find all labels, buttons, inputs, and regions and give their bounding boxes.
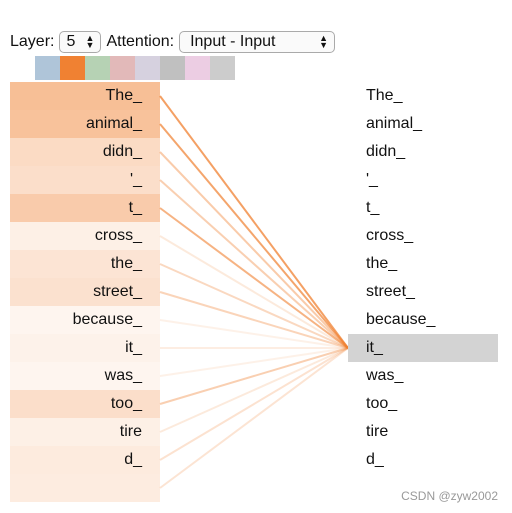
- attention-line: [159, 95, 349, 349]
- watermark: CSDN @zyw2002: [401, 489, 498, 503]
- left-token[interactable]: t_: [10, 194, 160, 222]
- right-token[interactable]: t_: [348, 194, 498, 222]
- attention-line: [159, 319, 349, 349]
- right-token[interactable]: the_: [348, 250, 498, 278]
- right-token[interactable]: tire: [348, 418, 498, 446]
- left-token[interactable]: was_: [10, 362, 160, 390]
- right-token[interactable]: animal_: [348, 110, 498, 138]
- right-token[interactable]: too_: [348, 390, 498, 418]
- left-token[interactable]: d_: [10, 446, 160, 474]
- right-token[interactable]: was_: [348, 362, 498, 390]
- right-token[interactable]: d_: [348, 446, 498, 474]
- left-token[interactable]: '_: [10, 166, 160, 194]
- left-token[interactable]: cross_: [10, 222, 160, 250]
- left-token[interactable]: street_: [10, 278, 160, 306]
- left-token[interactable]: tire: [10, 418, 160, 446]
- attention-line: [159, 151, 349, 349]
- attention-line: [159, 123, 349, 349]
- left-token[interactable]: didn_: [10, 138, 160, 166]
- attention-line: [159, 347, 349, 377]
- right-token[interactable]: cross_: [348, 222, 498, 250]
- attention-line: [159, 347, 349, 405]
- right-token[interactable]: didn_: [348, 138, 498, 166]
- left-token[interactable]: [10, 474, 160, 502]
- left-token[interactable]: animal_: [10, 110, 160, 138]
- left-token[interactable]: because_: [10, 306, 160, 334]
- left-token[interactable]: it_: [10, 334, 160, 362]
- left-token[interactable]: the_: [10, 250, 160, 278]
- attention-line: [159, 263, 349, 349]
- right-token[interactable]: because_: [348, 306, 498, 334]
- left-token[interactable]: The_: [10, 82, 160, 110]
- attention-line: [159, 179, 349, 349]
- attention-line: [159, 207, 349, 349]
- attention-line: [159, 347, 349, 461]
- left-token[interactable]: too_: [10, 390, 160, 418]
- right-token[interactable]: The_: [348, 82, 498, 110]
- attention-line: [159, 347, 349, 433]
- attention-line: [159, 347, 349, 489]
- right-token[interactable]: '_: [348, 166, 498, 194]
- attention-line: [159, 235, 349, 349]
- right-token[interactable]: it_: [348, 334, 498, 362]
- right-token[interactable]: street_: [348, 278, 498, 306]
